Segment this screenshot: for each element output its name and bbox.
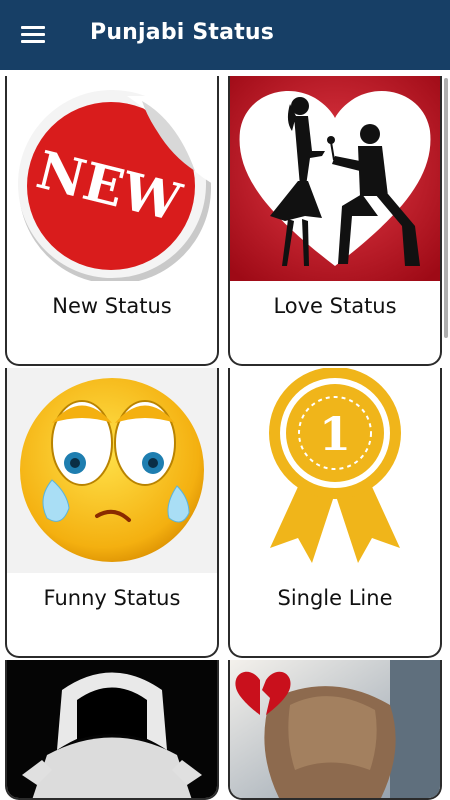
hamburger-menu-icon[interactable] bbox=[18, 22, 48, 48]
card-label: Single Line bbox=[277, 586, 393, 610]
scrollbar[interactable] bbox=[444, 78, 448, 338]
card-love-status[interactable]: Love Status bbox=[228, 76, 442, 366]
card-label: New Status bbox=[52, 294, 172, 318]
sad-photo bbox=[230, 660, 440, 798]
card-new-status[interactable]: NEW New Status bbox=[5, 76, 219, 366]
crying-emoji-icon bbox=[7, 368, 217, 573]
card-sad[interactable] bbox=[228, 660, 442, 800]
hooded-figure-icon bbox=[7, 660, 217, 798]
ribbon-number: 1 bbox=[319, 407, 351, 461]
app-bar: Punjabi Status bbox=[0, 0, 450, 70]
rank-1-ribbon-icon: 1 bbox=[230, 368, 440, 573]
card-funny-status[interactable]: Funny Status bbox=[5, 368, 219, 658]
category-grid: NEW New Status Love Status Funny Status … bbox=[0, 70, 450, 800]
page-title: Punjabi Status bbox=[90, 20, 275, 45]
card-single-line[interactable]: 1 Single Line bbox=[228, 368, 442, 658]
new-sticker-icon: NEW bbox=[7, 76, 217, 281]
card-label: Funny Status bbox=[43, 586, 181, 610]
couple-heart-icon bbox=[230, 76, 440, 281]
card-label: Love Status bbox=[273, 294, 397, 318]
card-attitude[interactable] bbox=[5, 660, 219, 800]
